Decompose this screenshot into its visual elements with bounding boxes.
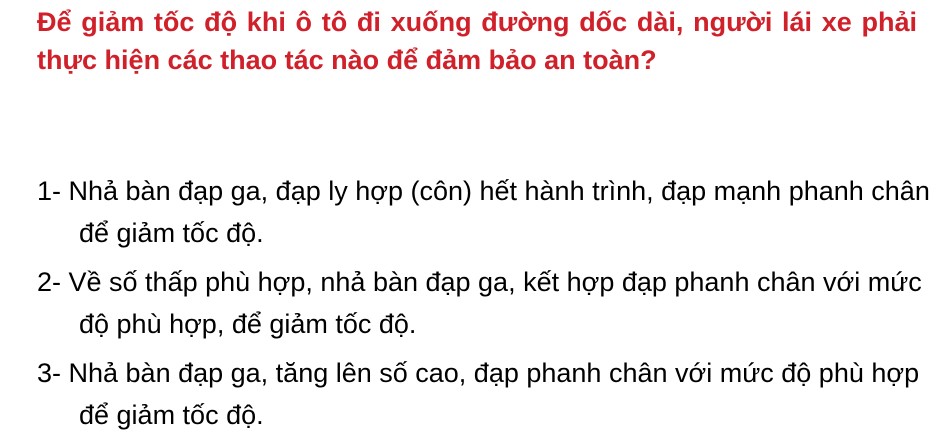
answer-option-1[interactable]: 1- Nhả bàn đạp ga, đạp ly hợp (côn) hết … bbox=[37, 170, 937, 254]
answer-option-3[interactable]: 3- Nhả bàn đạp ga, tăng lên số cao, đạp … bbox=[37, 352, 937, 436]
question-text: Để giảm tốc độ khi ô tô đi xuống đường d… bbox=[37, 7, 917, 75]
answer-list: 1- Nhả bàn đạp ga, đạp ly hợp (côn) hết … bbox=[37, 170, 937, 436]
answer-option-2[interactable]: 2- Về số thấp phù hợp, nhả bàn đạp ga, k… bbox=[37, 261, 937, 345]
